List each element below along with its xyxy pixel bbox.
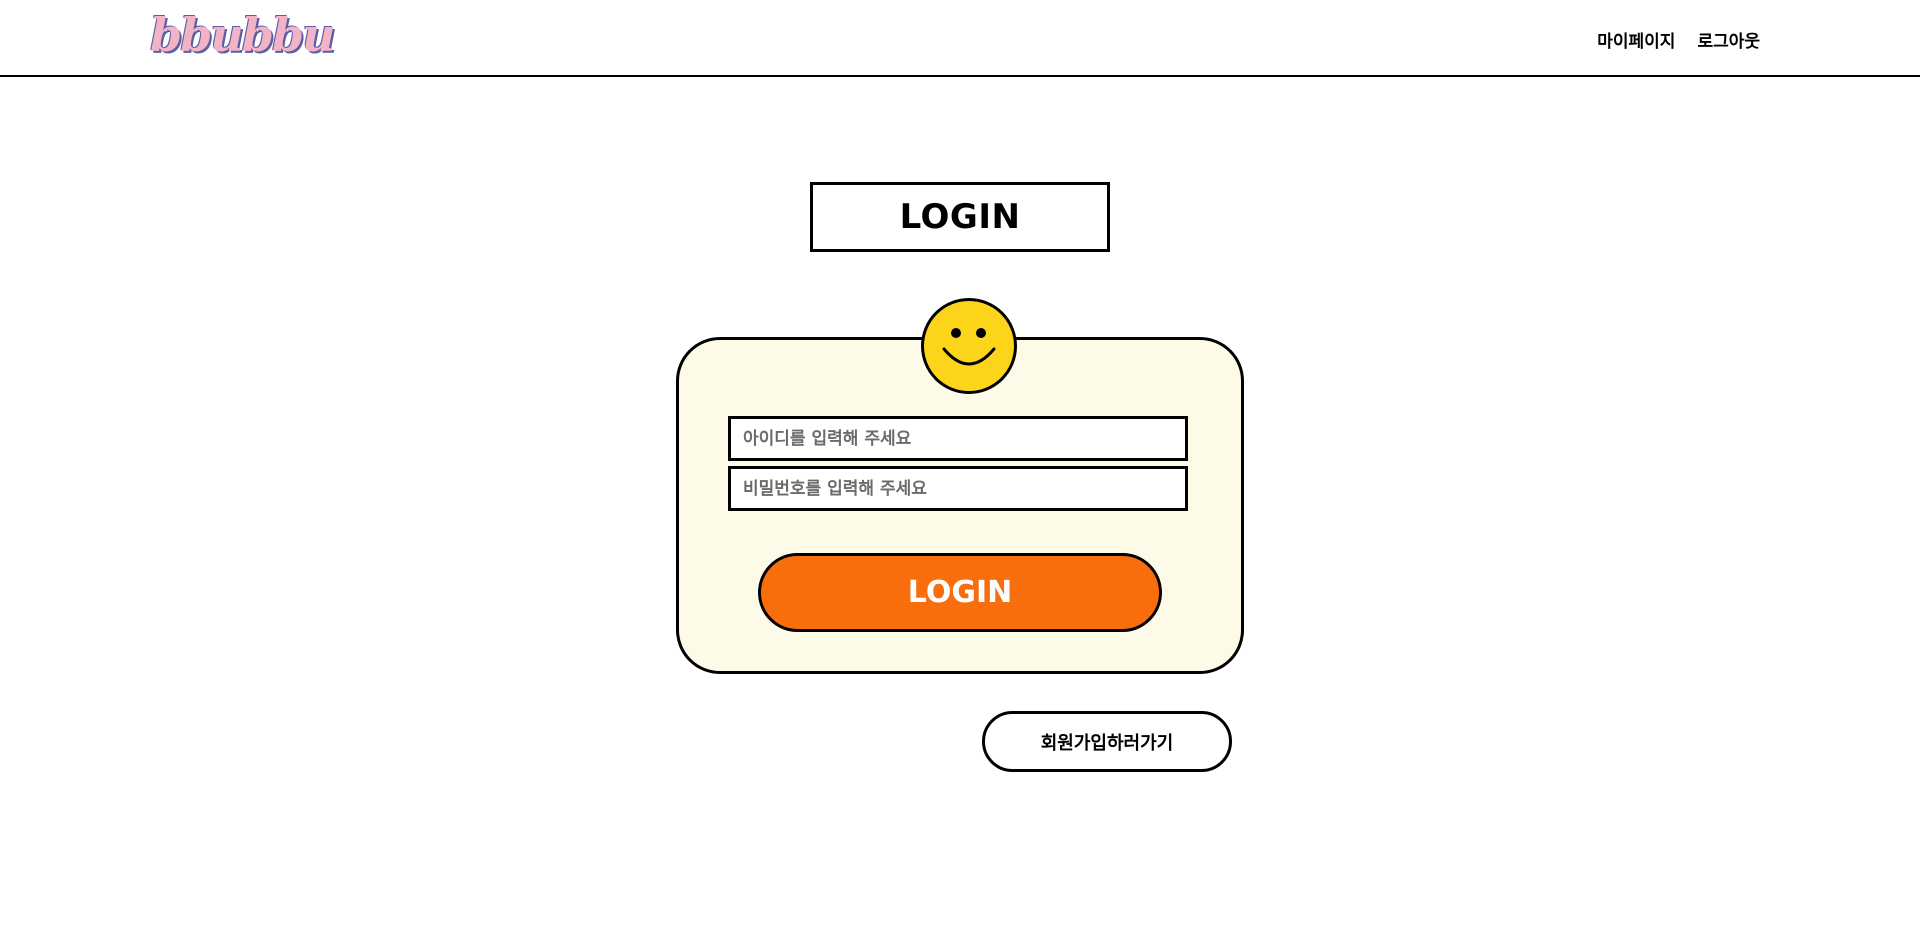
site-header: bbubbu 마이페이지 로그아웃 (0, 0, 1920, 77)
smiley-face-icon (921, 298, 1017, 394)
site-logo[interactable]: bbubbu (150, 12, 336, 58)
mypage-link[interactable]: 마이페이지 (1597, 27, 1675, 52)
page-title: LOGIN (810, 182, 1110, 252)
login-button[interactable]: LOGIN (758, 553, 1162, 632)
user-id-input[interactable] (728, 416, 1188, 461)
header-nav: 마이페이지 로그아웃 (1597, 27, 1760, 52)
signup-link-button[interactable]: 회원가입하러가기 (982, 711, 1232, 772)
logout-link[interactable]: 로그아웃 (1697, 27, 1760, 52)
password-input[interactable] (728, 466, 1188, 511)
